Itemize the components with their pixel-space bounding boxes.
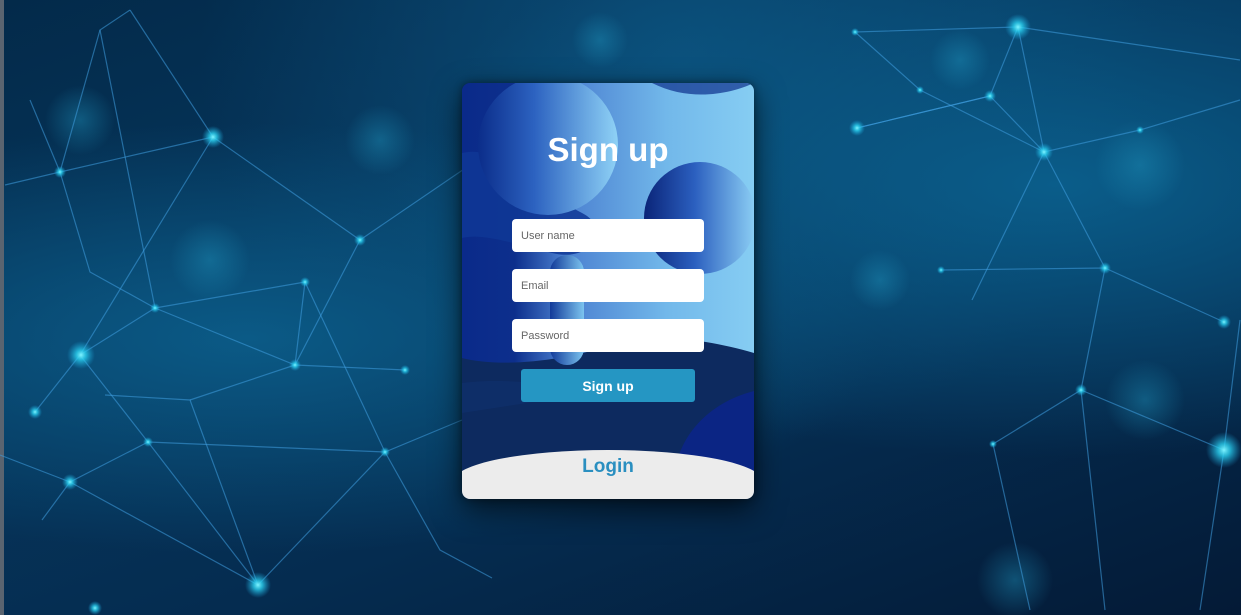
signup-button[interactable]: Sign up — [521, 369, 695, 402]
email-input[interactable] — [512, 269, 704, 302]
login-link[interactable]: Login — [462, 456, 754, 478]
password-input[interactable] — [512, 319, 704, 352]
signup-title: Sign up — [547, 131, 669, 168]
signup-card: Sign up Sign up Login — [462, 83, 754, 499]
username-input[interactable] — [512, 219, 704, 252]
page-background: Sign up Sign up Login — [0, 0, 1241, 615]
